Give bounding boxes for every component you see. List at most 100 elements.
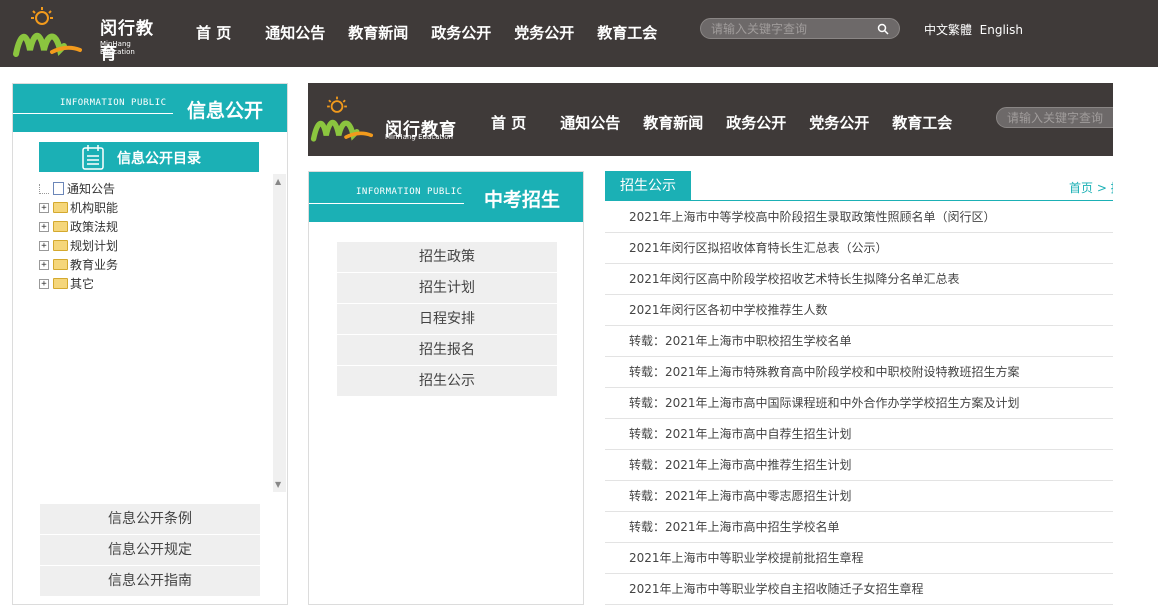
admission-sidebar: INFORMATION PUBLIC 中考招生 招生政策 招生计划 日程安排 招… bbox=[308, 171, 584, 605]
expand-icon[interactable]: + bbox=[39, 202, 49, 213]
main-nav: 首 页 通知公告 教育新闻 政务公开 党务公开 教育工会 bbox=[196, 22, 680, 43]
lang-chinese-link[interactable]: 中文繁體 bbox=[924, 23, 972, 37]
admission-links: 招生政策 招生计划 日程安排 招生报名 招生公示 bbox=[337, 242, 557, 397]
search-input[interactable] bbox=[1007, 110, 1113, 126]
site-logo[interactable]: 闵行教育 MinHang Education bbox=[12, 6, 162, 64]
left-sidebar-header: INFORMATION PUBLIC 信息公开 bbox=[13, 84, 287, 132]
list-item[interactable]: 转载：2021年上海市高中国际课程班和中外合作办学学校招生方案及计划 bbox=[605, 388, 1113, 419]
admission-cn-title: 中考招生 bbox=[484, 189, 561, 211]
link-admission-notice[interactable]: 招生公示 bbox=[337, 366, 557, 396]
left-sidebar-en-title: INFORMATION PUBLIC bbox=[60, 98, 167, 108]
left-sidebar-cn-title: 信息公开 bbox=[187, 100, 264, 122]
logo-icon bbox=[310, 96, 373, 142]
tree-item-plans[interactable]: + 规划计划 bbox=[39, 236, 118, 255]
catalog-button[interactable]: 信息公开目录 bbox=[39, 142, 259, 172]
inner-nav: 首 页 通知公告 教育新闻 政务公开 党务公开 教育工会 bbox=[491, 112, 975, 133]
list-item[interactable]: 转载：2021年上海市高中招生学校名单 bbox=[605, 512, 1113, 543]
list-item[interactable]: 转载：2021年上海市高中零志愿招生计划 bbox=[605, 481, 1113, 512]
logo-subtitle: MinHang Education bbox=[385, 133, 453, 141]
link-schedule[interactable]: 日程安排 bbox=[337, 304, 557, 334]
left-sidebar: INFORMATION PUBLIC 信息公开 信息公开目录 通知公告 + 机构… bbox=[12, 83, 288, 605]
link-admission-plan[interactable]: 招生计划 bbox=[337, 273, 557, 303]
nav-home[interactable]: 首 页 bbox=[491, 112, 526, 133]
folder-icon bbox=[53, 259, 68, 270]
link-admission-policy[interactable]: 招生政策 bbox=[337, 242, 557, 272]
search-box bbox=[700, 18, 900, 39]
list-item[interactable]: 2021年闵行区高中阶段学校招收艺术特长生拟降分名单汇总表 bbox=[605, 264, 1113, 295]
notice-list-header: 招生公示 首页 > 招 bbox=[605, 171, 1113, 201]
search-icon[interactable] bbox=[877, 23, 889, 35]
list-item[interactable]: 2021年闵行区各初中学校推荐生人数 bbox=[605, 295, 1113, 326]
tree-item-label: 通知公告 bbox=[67, 182, 116, 196]
nav-party-affairs[interactable]: 党务公开 bbox=[514, 22, 574, 43]
logo-title: 闵行教育 bbox=[100, 19, 154, 64]
notice-list-panel: 招生公示 首页 > 招 2021年上海市中等学校高中阶段招生录取政策性照顾名单（… bbox=[605, 171, 1113, 605]
document-icon bbox=[53, 182, 64, 195]
nav-gov-affairs[interactable]: 政务公开 bbox=[431, 22, 491, 43]
nav-union[interactable]: 教育工会 bbox=[597, 22, 657, 43]
language-switch: 中文繁體 English bbox=[924, 21, 1023, 38]
nav-edu-news[interactable]: 教育新闻 bbox=[348, 22, 408, 43]
notice-list: 2021年上海市中等学校高中阶段招生录取政策性照顾名单（闵行区） 2021年闵行… bbox=[605, 202, 1113, 605]
tab-admission-notice[interactable]: 招生公示 bbox=[605, 171, 691, 201]
inner-search-box bbox=[996, 107, 1113, 128]
folder-icon bbox=[53, 278, 68, 289]
list-item[interactable]: 2021年上海市中等学校高中阶段招生录取政策性照顾名单（闵行区） bbox=[605, 202, 1113, 233]
tree-item-label: 其它 bbox=[70, 277, 95, 291]
tree-item-edu-business[interactable]: + 教育业务 bbox=[39, 255, 118, 274]
inner-logo[interactable]: 闵行教育 MinHang Education bbox=[310, 93, 460, 147]
nav-notices[interactable]: 通知公告 bbox=[560, 112, 620, 133]
list-item[interactable]: 转载：2021年上海市高中自荐生招生计划 bbox=[605, 419, 1113, 450]
logo-icon bbox=[13, 7, 82, 57]
catalog-tree: 通知公告 + 机构职能 + 政策法规 + 规划计划 + 教育业务 + 其它 bbox=[39, 179, 118, 293]
link-rules[interactable]: 信息公开规定 bbox=[40, 535, 260, 565]
scroll-up-icon[interactable]: ▲ bbox=[275, 177, 281, 186]
clipboard-icon bbox=[82, 145, 104, 170]
folder-icon bbox=[53, 240, 68, 251]
list-item[interactable]: 2021年闵行区拟招收体育特长生汇总表（公示） bbox=[605, 233, 1113, 264]
link-registration[interactable]: 招生报名 bbox=[337, 335, 557, 365]
expand-icon[interactable]: + bbox=[39, 278, 49, 289]
tree-scrollbar[interactable]: ▲ ▼ bbox=[273, 174, 286, 492]
list-item[interactable]: 转载：2021年上海市特殊教育高中阶段学校和中职校附设特教班招生方案 bbox=[605, 357, 1113, 388]
nav-home[interactable]: 首 页 bbox=[196, 22, 231, 43]
nav-party-affairs[interactable]: 党务公开 bbox=[809, 112, 869, 133]
link-guide[interactable]: 信息公开指南 bbox=[40, 566, 260, 596]
search-input[interactable] bbox=[711, 21, 871, 37]
expand-icon[interactable]: + bbox=[39, 240, 49, 251]
folder-icon bbox=[53, 202, 68, 213]
list-item[interactable]: 转载：2021年上海市中职校招生学校名单 bbox=[605, 326, 1113, 357]
folder-icon bbox=[53, 221, 68, 232]
admission-sidebar-header: INFORMATION PUBLIC 中考招生 bbox=[309, 172, 583, 222]
admission-en-title: INFORMATION PUBLIC bbox=[356, 187, 463, 197]
tree-connector bbox=[39, 183, 49, 194]
tree-item-label: 机构职能 bbox=[70, 201, 119, 215]
nav-edu-news[interactable]: 教育新闻 bbox=[643, 112, 703, 133]
list-item[interactable]: 2021年上海市中等职业学校自主招收随迁子女招生章程 bbox=[605, 574, 1113, 605]
expand-icon[interactable]: + bbox=[39, 221, 49, 232]
top-header: 闵行教育 MinHang Education 首 页 通知公告 教育新闻 政务公… bbox=[0, 0, 1158, 67]
list-item[interactable]: 转载：2021年上海市高中推荐生招生计划 bbox=[605, 450, 1113, 481]
divider bbox=[13, 113, 173, 114]
tree-item-notices[interactable]: 通知公告 bbox=[39, 179, 118, 198]
tree-item-label: 规划计划 bbox=[70, 239, 119, 253]
nav-union[interactable]: 教育工会 bbox=[892, 112, 952, 133]
scroll-down-icon[interactable]: ▼ bbox=[275, 480, 281, 489]
tree-item-other[interactable]: + 其它 bbox=[39, 274, 118, 293]
divider bbox=[309, 203, 464, 204]
catalog-label: 信息公开目录 bbox=[117, 151, 201, 167]
left-links: 信息公开条例 信息公开规定 信息公开指南 bbox=[40, 504, 260, 597]
inner-header: 闵行教育 MinHang Education 首 页 通知公告 教育新闻 政务公… bbox=[308, 83, 1113, 156]
tree-item-policies[interactable]: + 政策法规 bbox=[39, 217, 118, 236]
link-regulations[interactable]: 信息公开条例 bbox=[40, 504, 260, 534]
list-item[interactable]: 2021年上海市中等职业学校提前批招生章程 bbox=[605, 543, 1113, 574]
breadcrumb[interactable]: 首页 > 招 bbox=[1069, 179, 1113, 196]
nav-notices[interactable]: 通知公告 bbox=[265, 22, 325, 43]
tree-item-label: 教育业务 bbox=[70, 258, 119, 272]
tree-item-org-functions[interactable]: + 机构职能 bbox=[39, 198, 118, 217]
expand-icon[interactable]: + bbox=[39, 259, 49, 270]
logo-subtitle: MinHang Education bbox=[100, 40, 135, 56]
tree-item-label: 政策法规 bbox=[70, 220, 119, 234]
nav-gov-affairs[interactable]: 政务公开 bbox=[726, 112, 786, 133]
lang-english-link[interactable]: English bbox=[980, 23, 1023, 37]
